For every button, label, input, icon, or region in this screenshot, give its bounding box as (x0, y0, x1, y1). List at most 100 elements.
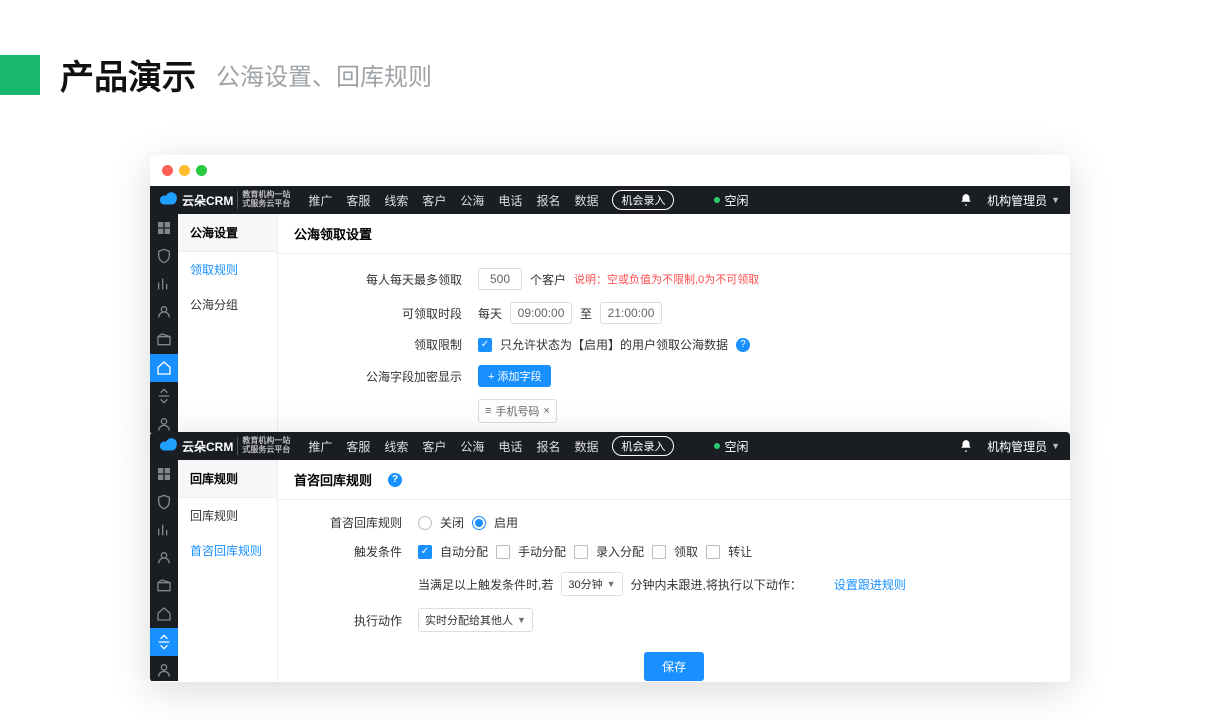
cb-claim[interactable] (652, 545, 666, 559)
rail-home-icon[interactable] (156, 606, 172, 622)
bell-icon[interactable] (959, 193, 973, 207)
rail-recycle-icon[interactable] (150, 628, 178, 656)
rail-shield-icon[interactable] (156, 494, 172, 510)
rail-shield-icon[interactable] (156, 248, 172, 264)
account-name: 机构管理员 (987, 192, 1047, 209)
rail-user-icon[interactable] (156, 550, 172, 566)
icon-rail (150, 214, 178, 433)
status-dot-icon (714, 443, 720, 449)
label-max-claim: 每人每天最多领取 (278, 271, 478, 288)
sidebar-item-return-rules[interactable]: 回库规则 (178, 498, 277, 533)
minimize-icon[interactable] (179, 165, 190, 176)
nav-tab[interactable]: 公海 (460, 438, 484, 455)
nav-tab[interactable]: 电话 (498, 192, 522, 209)
nav-tab[interactable]: 线索 (384, 192, 408, 209)
nav-tab[interactable]: 客服 (346, 192, 370, 209)
label-first-consult: 首咨回库规则 (278, 514, 418, 531)
maximize-icon[interactable] (196, 165, 207, 176)
unit-text: 个客户 (530, 271, 566, 288)
rail-dashboard-icon[interactable] (156, 466, 172, 482)
top-nav: 云朵CRM 教育机构一站式服务云平台 推广 客服 线索 客户 公海 电话 报名 … (150, 432, 1070, 460)
radio-off[interactable] (418, 516, 432, 530)
account-menu[interactable]: 机构管理员 ▼ (987, 192, 1060, 209)
daily-prefix: 每天 (478, 305, 502, 322)
nav-tabs: 推广 客服 线索 客户 公海 电话 报名 数据 (308, 192, 598, 209)
logo: 云朵CRM 教育机构一站式服务云平台 (160, 191, 290, 209)
rail-recycle-icon[interactable] (156, 388, 172, 404)
status-dot-icon (714, 197, 720, 203)
account-menu[interactable]: 机构管理员 ▼ (987, 438, 1060, 455)
opportunity-entry-button[interactable]: 机会录入 (612, 190, 674, 210)
max-claim-input[interactable] (478, 268, 522, 290)
nav-tab[interactable]: 线索 (384, 438, 408, 455)
page-header: 产品演示 公海设置、回库规则 (0, 0, 1210, 99)
add-field-button[interactable]: + 添加字段 (478, 365, 551, 387)
account-name: 机构管理员 (987, 438, 1047, 455)
nav-tab[interactable]: 客服 (346, 438, 370, 455)
rail-user-icon[interactable] (156, 304, 172, 320)
radio-on[interactable] (472, 516, 486, 530)
nav-tab[interactable]: 报名 (536, 192, 560, 209)
help-icon[interactable]: ? (736, 338, 750, 352)
content-area: 首咨回库规则 ? 首咨回库规则 关闭 启用 触发条件 ✓自动分配 (278, 460, 1070, 681)
status-text: 空闲 (724, 192, 748, 209)
close-icon[interactable] (162, 165, 173, 176)
duration-select[interactable]: 30分钟▼ (561, 572, 622, 596)
rail-wallet-icon[interactable] (156, 578, 172, 594)
accent-bar (0, 55, 40, 95)
chevron-down-icon: ▼ (1051, 441, 1060, 451)
rail-person-icon[interactable] (156, 416, 172, 432)
rail-chart-icon[interactable] (156, 276, 172, 292)
nav-tab[interactable]: 报名 (536, 438, 560, 455)
nav-tab[interactable]: 推广 (308, 438, 332, 455)
opportunity-entry-button[interactable]: 机会录入 (612, 436, 674, 456)
status-indicator: 空闲 (714, 438, 748, 455)
rail-person-icon[interactable] (156, 662, 172, 678)
cb-auto-assign[interactable]: ✓ (418, 545, 432, 559)
side-panel: 公海设置 领取规则 公海分组 (178, 214, 278, 433)
label-action: 执行动作 (278, 612, 418, 629)
radio-on-label: 启用 (494, 514, 518, 531)
enable-only-checkbox[interactable]: ✓ (478, 338, 492, 352)
nav-tab[interactable]: 公海 (460, 192, 484, 209)
help-icon[interactable]: ? (388, 473, 402, 487)
rail-home-icon[interactable] (150, 354, 178, 382)
label-encrypt-fields: 公海字段加密显示 (278, 368, 478, 385)
rail-chart-icon[interactable] (156, 522, 172, 538)
label-claim-limit: 领取限制 (278, 336, 478, 353)
action-select[interactable]: 实时分配给其他人▼ (418, 608, 533, 632)
cloud-logo-icon (160, 191, 178, 209)
nav-tab[interactable]: 推广 (308, 192, 332, 209)
sidebar-item-pool-groups[interactable]: 公海分组 (178, 287, 277, 322)
label-time-range: 可领取时段 (278, 305, 478, 322)
time-from-input[interactable] (510, 302, 572, 324)
content-title: 公海领取设置 (278, 214, 1070, 254)
bell-icon[interactable] (959, 439, 973, 453)
nav-tab[interactable]: 客户 (422, 192, 446, 209)
status-text: 空闲 (724, 438, 748, 455)
top-nav: 云朵CRM 教育机构一站式服务云平台 推广 客服 线索 客户 公海 电话 报名 … (150, 186, 1070, 214)
cloud-logo-icon (160, 437, 178, 455)
time-to-input[interactable] (600, 302, 662, 324)
cb-transfer[interactable] (706, 545, 720, 559)
nav-tab[interactable]: 客户 (422, 438, 446, 455)
sidebar-item-first-consult-rules[interactable]: 首咨回库规则 (178, 533, 277, 568)
rail-dashboard-icon[interactable] (156, 220, 172, 236)
condition-prefix: 当满足以上触发条件时,若 (418, 576, 553, 593)
claim-limit-text: 只允许状态为【启用】的用户领取公海数据 (500, 336, 728, 353)
rail-wallet-icon[interactable] (156, 332, 172, 348)
save-button[interactable]: 保存 (644, 652, 704, 681)
set-followup-link[interactable]: 设置跟进规则 (834, 576, 906, 593)
nav-tabs: 推广 客服 线索 客户 公海 电话 报名 数据 (308, 438, 598, 455)
nav-tab[interactable]: 数据 (574, 192, 598, 209)
window-gonghai-settings: 云朵CRM 教育机构一站式服务云平台 推广 客服 线索 客户 公海 电话 报名 … (150, 155, 1070, 435)
logo-text: 云朵CRM (182, 438, 233, 455)
sidebar-item-claim-rules[interactable]: 领取规则 (178, 252, 277, 287)
nav-tab[interactable]: 数据 (574, 438, 598, 455)
field-tag-phone[interactable]: ≡手机号码× (478, 399, 557, 423)
cb-input-assign[interactable] (574, 545, 588, 559)
chevron-down-icon: ▼ (517, 615, 526, 625)
nav-tab[interactable]: 电话 (498, 438, 522, 455)
cb-manual-assign[interactable] (496, 545, 510, 559)
chevron-down-icon: ▼ (607, 579, 616, 589)
